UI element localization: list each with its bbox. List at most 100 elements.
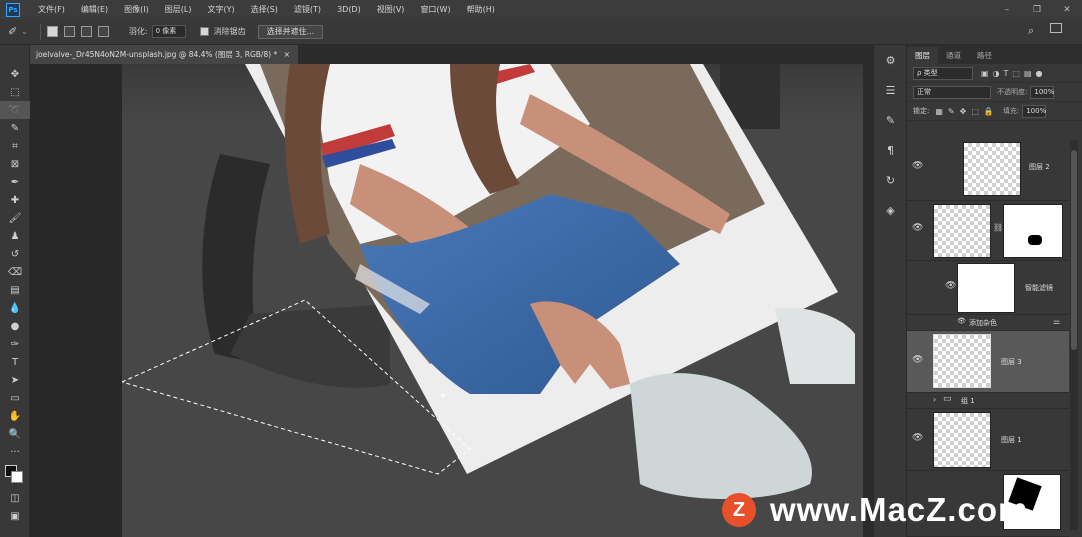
eye-icon[interactable]: 👁 [945, 281, 956, 291]
character-icon[interactable]: ¶ [874, 135, 907, 165]
layer-row-smart-object[interactable]: 👁 ⛓ [907, 201, 1069, 261]
type-tool-icon[interactable]: T [0, 353, 30, 371]
background-color-swatch[interactable] [11, 471, 23, 483]
eye-icon[interactable]: 👁 [912, 355, 923, 365]
blur-tool-icon[interactable]: 💧 [0, 299, 30, 317]
menu-view[interactable]: 视图(V) [369, 4, 413, 15]
quick-mask-icon[interactable]: ◫ [0, 489, 30, 507]
filter-add-noise-row[interactable]: 👁 添加杂色 ⚌ [907, 315, 1069, 331]
brush-tool-icon[interactable]: 🖌 [0, 209, 30, 227]
hand-tool-icon[interactable]: ✋ [0, 407, 30, 425]
gradient-tool-icon[interactable]: ▤ [0, 281, 30, 299]
blend-mode-select[interactable]: 正常 [913, 85, 991, 99]
menu-layer[interactable]: 图层(L) [157, 4, 200, 15]
feather-input[interactable]: 0 像素 [151, 25, 186, 38]
frame-tool-icon[interactable]: ⊠ [0, 155, 30, 173]
menu-3d[interactable]: 3D(D) [329, 5, 369, 14]
menu-bar: Ps 文件(F) 编辑(E) 图像(I) 图层(L) 文字(Y) 选择(S) 滤… [0, 0, 1082, 19]
chevron-right-icon[interactable]: › [933, 395, 936, 404]
add-to-selection-icon[interactable] [63, 26, 75, 37]
crop-tool-icon[interactable]: ⌗ [0, 137, 30, 155]
menu-image[interactable]: 图像(I) [116, 4, 157, 15]
quick-select-tool-icon[interactable]: ✎ [0, 119, 30, 137]
group-row-group1[interactable]: › ▭ 组 1 [907, 393, 1069, 409]
menu-filter[interactable]: 滤镜(T) [286, 4, 329, 15]
menu-window[interactable]: 窗口(W) [412, 4, 458, 15]
history-icon[interactable]: ↻ [874, 165, 907, 195]
antialias-label: 消除锯齿 [213, 27, 246, 36]
tab-channels[interactable]: 通道 [938, 47, 969, 64]
workspace-icon[interactable] [1050, 23, 1062, 33]
minimize-button[interactable]: – [992, 0, 1022, 19]
close-button[interactable]: ✕ [1052, 0, 1082, 19]
lasso-tool-preset-icon[interactable]: ✐ [8, 25, 17, 38]
eye-icon[interactable]: 👁 [912, 223, 923, 233]
opacity-input[interactable]: 100% [1030, 85, 1054, 99]
folder-icon: ▭ [943, 394, 952, 404]
smart-filters-row[interactable]: 👁 智能滤镜 [907, 261, 1069, 315]
search-icon[interactable]: ⌕ [1028, 24, 1034, 38]
properties-icon[interactable]: ⚙ [874, 45, 907, 75]
canvas[interactable]: ⌖ [30, 64, 873, 537]
scrollbar-thumb[interactable] [1071, 150, 1077, 350]
document-tab[interactable]: joelvalve-_Dr45N4oN2M-unsplash.jpg @ 84.… [30, 45, 298, 64]
menu-file[interactable]: 文件(F) [30, 4, 73, 15]
3d-icon[interactable]: ◈ [874, 195, 907, 225]
filter-options-icon[interactable]: ⚌ [1053, 317, 1060, 326]
layer-filter-select[interactable]: ρ 类型 [913, 66, 973, 80]
menu-type[interactable]: 文字(Y) [199, 4, 242, 15]
select-and-mask-button[interactable]: 选择并遮住... [257, 24, 324, 39]
menu-select[interactable]: 选择(S) [243, 4, 286, 15]
fill-label: 填充: [1002, 107, 1020, 115]
panel-tabs: 图层 通道 路径 [907, 45, 1082, 64]
watermark-text: www.MacZ.com [770, 491, 1029, 528]
marquee-tool-icon[interactable]: ⬚ [0, 83, 30, 101]
pen-tool-icon[interactable]: ✑ [0, 335, 30, 353]
lock-icons[interactable]: ▦✎✥⬚🔒 [935, 107, 998, 116]
filter-mask-thumbnail [957, 263, 1015, 313]
filter-icons[interactable]: ▣◑T⬚▤● [981, 69, 1047, 78]
panel-icon-strip: ⚙ ☰ ✎ ¶ ↻ ◈ [873, 45, 906, 537]
adjustments-icon[interactable]: ☰ [874, 75, 907, 105]
screen-mode-icon[interactable]: ▣ [0, 507, 30, 525]
menu-help[interactable]: 帮助(H) [459, 4, 503, 15]
history-brush-tool-icon[interactable]: ↺ [0, 245, 30, 263]
restore-button[interactable]: ❐ [1022, 0, 1052, 19]
chevron-down-icon[interactable]: ⌄ [21, 27, 28, 36]
subtract-selection-icon[interactable] [80, 26, 92, 37]
divider [39, 23, 41, 40]
eraser-tool-icon[interactable]: ⌫ [0, 263, 30, 281]
eyedropper-tool-icon[interactable]: ✒ [0, 173, 30, 191]
eye-icon[interactable]: 👁 [912, 161, 923, 171]
more-tools-icon[interactable]: ··· [0, 443, 30, 461]
tab-layers[interactable]: 图层 [907, 47, 938, 64]
color-swatches[interactable] [0, 461, 29, 489]
move-tool-icon[interactable]: ✥ [0, 65, 30, 83]
intersect-selection-icon[interactable] [97, 26, 109, 37]
brush-settings-icon[interactable]: ✎ [874, 105, 907, 135]
clone-stamp-tool-icon[interactable]: ♟ [0, 227, 30, 245]
new-selection-icon[interactable] [46, 26, 58, 37]
watermark: Z www.MacZ.com [722, 491, 1028, 529]
layer-thumbnail [933, 204, 991, 258]
fill-input[interactable]: 100% [1022, 104, 1046, 118]
layer-row-layer2[interactable]: 👁 图层 2 [907, 137, 1069, 201]
zoom-tool-icon[interactable]: 🔍 [0, 425, 30, 443]
layer-row-layer1[interactable]: 👁 图层 1 [907, 409, 1069, 471]
path-select-tool-icon[interactable]: ➤ [0, 371, 30, 389]
antialias-checkbox[interactable] [199, 27, 209, 36]
layer-row-layer3[interactable]: 👁 图层 3 [907, 331, 1069, 393]
eye-icon[interactable]: 👁 [912, 433, 923, 443]
feather-label: 羽化: [128, 27, 148, 36]
lasso-tool-icon[interactable]: ➰ [0, 101, 30, 119]
menu-edit[interactable]: 编辑(E) [73, 4, 116, 15]
dodge-tool-icon[interactable]: ● [0, 317, 30, 335]
tab-paths[interactable]: 路径 [969, 47, 1000, 64]
healing-brush-tool-icon[interactable]: ✚ [0, 191, 30, 209]
options-bar: ✐ ⌄ 羽化: 0 像素 消除锯齿 选择并遮住... ⌕ [0, 19, 1082, 45]
tools-panel: ✥ ⬚ ➰ ✎ ⌗ ⊠ ✒ ✚ 🖌 ♟ ↺ ⌫ ▤ 💧 ● ✑ T ➤ ▭ ✋ … [0, 45, 30, 537]
add-noise-label: 添加杂色 [969, 319, 997, 327]
rectangle-tool-icon[interactable]: ▭ [0, 389, 30, 407]
close-tab-icon[interactable]: × [284, 50, 290, 59]
eye-icon[interactable]: 👁 [957, 317, 966, 325]
